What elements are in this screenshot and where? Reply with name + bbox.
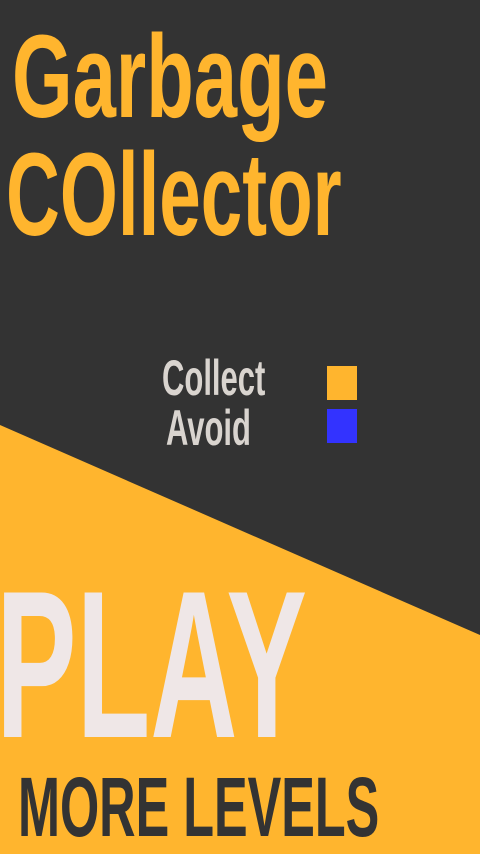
title-collector: COllector — [6, 129, 342, 261]
legend-collect-label: Collect — [162, 350, 266, 406]
title-garbage: Garbage — [12, 11, 328, 143]
legend-avoid-label: Avoid — [166, 400, 251, 456]
collect-color-swatch — [327, 366, 357, 400]
play-button[interactable]: PLAY — [0, 560, 307, 770]
more-levels-button[interactable]: MORE LEVELS — [18, 765, 379, 849]
avoid-color-swatch — [327, 409, 357, 443]
game-menu-screen: Garbage COllector Collect Avoid PLAY MOR… — [0, 0, 480, 854]
